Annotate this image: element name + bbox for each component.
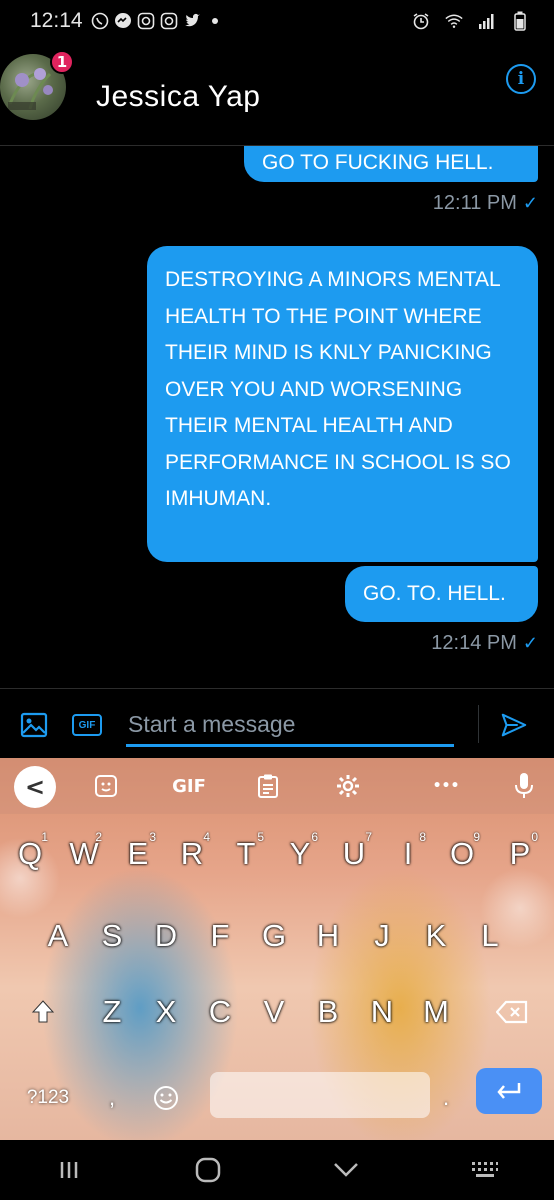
check-icon: ✓	[522, 193, 538, 213]
key-k[interactable]: K	[410, 906, 462, 966]
emoji-icon[interactable]	[146, 1076, 186, 1120]
timestamp-text: 12:14 PM	[431, 632, 517, 654]
conversation-header: 1 Jessica Yap i	[0, 42, 554, 146]
key-w[interactable]: W2	[58, 824, 110, 884]
chevron-down-icon[interactable]	[316, 1146, 376, 1194]
info-icon[interactable]: i	[506, 64, 536, 94]
gear-icon[interactable]	[332, 772, 364, 800]
recents-icon[interactable]	[39, 1146, 99, 1194]
period-key[interactable]: .	[426, 1076, 466, 1120]
dot-icon	[206, 12, 224, 30]
key-e[interactable]: E3	[112, 824, 164, 884]
instagram-icon	[137, 12, 155, 30]
key-g[interactable]: G	[248, 906, 300, 966]
message-list[interactable]: GO TO FUCKING HELL. 12:11 PM ✓ DESTROYING…	[0, 146, 554, 688]
system-nav-bar	[0, 1140, 554, 1200]
status-bar: 12:14	[0, 0, 554, 42]
home-icon[interactable]	[178, 1146, 238, 1194]
enter-key[interactable]	[476, 1068, 542, 1114]
message-input[interactable]	[126, 705, 454, 747]
key-x[interactable]: X	[140, 982, 192, 1042]
key-l[interactable]: L	[464, 906, 516, 966]
gif-tool[interactable]: GIF	[168, 772, 210, 800]
status-right-icons	[412, 11, 534, 31]
comma-key[interactable]: ,	[92, 1076, 132, 1120]
key-n[interactable]: N	[356, 982, 408, 1042]
key-s[interactable]: S	[86, 906, 138, 966]
timestamp-text: 12:11 PM	[432, 192, 517, 214]
space-key[interactable]	[210, 1072, 430, 1118]
image-icon[interactable]	[20, 711, 48, 739]
message-timestamp: 12:11 PM ✓	[433, 192, 538, 215]
key-c[interactable]: C	[194, 982, 246, 1042]
backspace-icon[interactable]	[484, 982, 540, 1042]
send-icon[interactable]	[500, 711, 528, 739]
notification-badge: 1	[50, 50, 74, 74]
clipboard-icon[interactable]	[252, 772, 284, 800]
sticker-icon[interactable]	[90, 772, 122, 800]
instagram-icon	[160, 12, 178, 30]
back-icon[interactable]: <	[14, 766, 56, 808]
wifi-icon	[445, 12, 463, 30]
key-f[interactable]: F	[194, 906, 246, 966]
key-i[interactable]: I8	[382, 824, 434, 884]
key-v[interactable]: V	[248, 982, 300, 1042]
check-icon: ✓	[522, 633, 538, 653]
key-b[interactable]: B	[302, 982, 354, 1042]
gif-button[interactable]: GIF	[72, 714, 102, 736]
microphone-icon[interactable]	[508, 772, 540, 800]
message-timestamp: 12:14 PM ✓	[431, 632, 538, 655]
messenger-icon	[114, 12, 132, 30]
symbols-key[interactable]: ?123	[20, 1076, 76, 1120]
key-y[interactable]: Y6	[274, 824, 326, 884]
battery-icon	[511, 11, 529, 31]
divider	[478, 705, 479, 743]
key-q[interactable]: Q1	[4, 824, 56, 884]
key-u[interactable]: U7	[328, 824, 380, 884]
message-bubble[interactable]: GO TO FUCKING HELL.	[244, 146, 538, 182]
key-r[interactable]: R4	[166, 824, 218, 884]
message-composer: GIF	[0, 688, 554, 758]
shift-icon[interactable]	[18, 982, 68, 1042]
twitter-icon	[183, 12, 201, 30]
message-bubble[interactable]: GO. TO. HELL.	[345, 566, 538, 622]
key-m[interactable]: M	[410, 982, 462, 1042]
key-o[interactable]: O9	[436, 824, 488, 884]
keyboard-switch-icon[interactable]	[455, 1146, 515, 1194]
signal-icon	[478, 12, 496, 30]
contact-name[interactable]: Jessica Yap	[96, 80, 260, 114]
key-t[interactable]: T5	[220, 824, 272, 884]
keyboard: < GIF ••• Q1 W2 E3 R4 T5 Y6 U7 I8 O9 P0 …	[0, 758, 554, 1140]
alarm-icon	[412, 12, 430, 30]
key-h[interactable]: H	[302, 906, 354, 966]
key-j[interactable]: J	[356, 906, 408, 966]
key-d[interactable]: D	[140, 906, 192, 966]
message-bubble[interactable]: DESTROYING A MINORS MENTAL HEALTH TO THE…	[147, 246, 538, 562]
key-p[interactable]: P0	[494, 824, 546, 884]
status-time: 12:14	[30, 9, 83, 32]
key-a[interactable]: A	[32, 906, 84, 966]
more-icon[interactable]: •••	[426, 772, 466, 800]
whatsapp-icon	[91, 12, 109, 30]
key-z[interactable]: Z	[86, 982, 138, 1042]
